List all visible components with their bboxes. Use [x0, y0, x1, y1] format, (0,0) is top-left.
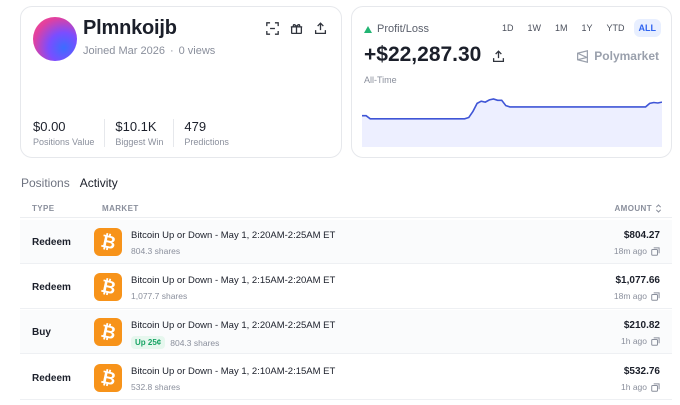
time-ago: 18m ago [614, 246, 660, 256]
shares-count: 532.8 shares [131, 382, 181, 392]
bitcoin-icon: ₿ [94, 228, 122, 256]
stat-label: Positions Value [33, 137, 95, 147]
outcome-badge: Up 25¢ [131, 336, 166, 349]
pnl-label: Profit/Loss [364, 23, 429, 35]
pnl-value: +$22,287.30 [364, 43, 482, 66]
table-header: TYPE MARKET AMOUNT [20, 198, 672, 218]
market-details: Up 25¢ 804.3 shares [131, 336, 219, 349]
amount-value: $210.82 [623, 320, 660, 331]
column-header-amount-label: AMOUNT [614, 204, 652, 213]
stat-positions-value: $0.00 Positions Value [33, 119, 106, 147]
column-header-amount[interactable]: AMOUNT [614, 204, 662, 213]
timeframe-selector: 1D 1W 1M 1Y YTD ALL [497, 19, 661, 37]
time-ago-text: 1h ago [621, 382, 647, 392]
stat-predictions: 479 Predictions [184, 119, 239, 147]
activity-type: Redeem [32, 237, 71, 248]
amount-value: $804.27 [623, 230, 660, 241]
amount-value: $1,077.66 [615, 275, 661, 286]
polymarket-logo-icon [577, 49, 589, 63]
market-details: 1,077.7 shares [131, 291, 187, 301]
time-ago: 1h ago [621, 336, 660, 346]
column-header-market: MARKET [102, 204, 139, 213]
stat-value: $0.00 [33, 119, 66, 134]
timeframe-1m[interactable]: 1M [550, 19, 573, 37]
market-title[interactable]: Bitcoin Up or Down - May 1, 2:15AM-2:20A… [131, 275, 335, 286]
activity-type: Redeem [32, 282, 71, 293]
share-icon[interactable] [491, 49, 505, 63]
stat-value: 479 [184, 119, 207, 134]
brand-logo: Polymarket [576, 49, 659, 63]
market-title[interactable]: Bitcoin Up or Down - May 1, 2:10AM-2:15A… [131, 366, 335, 377]
profile-actions [265, 21, 327, 35]
gift-icon[interactable] [289, 21, 303, 35]
tab-activity[interactable]: Activity [80, 176, 118, 190]
profile-card: Plmnkoijb Joined Mar 2026 · 0 views $0.00 … [20, 6, 342, 158]
activity-type: Redeem [32, 373, 71, 384]
timeframe-ytd[interactable]: YTD [602, 19, 630, 37]
time-ago: 1h ago [621, 382, 660, 392]
pnl-label-text: Profit/Loss [377, 23, 429, 35]
sort-icon [655, 204, 662, 213]
external-link-icon[interactable] [651, 382, 660, 392]
stat-biggest-win: $10.1K Biggest Win [115, 119, 175, 147]
timeframe-1d[interactable]: 1D [497, 19, 519, 37]
activity-type: Buy [32, 327, 51, 338]
market-details: 532.8 shares [131, 382, 180, 392]
time-ago: 18m ago [614, 291, 660, 301]
table-row[interactable]: Redeem ₿ Bitcoin Up or Down - May 1, 2:15A… [20, 265, 672, 309]
avatar[interactable] [33, 17, 77, 61]
pnl-value-row: +$22,287.30 [364, 43, 505, 67]
stat-value: $10.1K [115, 119, 157, 134]
timeframe-1w[interactable]: 1W [522, 19, 546, 37]
time-ago-text: 1h ago [621, 336, 647, 346]
bitcoin-icon: ₿ [94, 318, 122, 346]
stat-label: Predictions [184, 137, 229, 147]
username: Plmnkoijb [83, 17, 177, 39]
pnl-card: Profit/Loss 1D 1W 1M 1Y YTD ALL +$22,287.30 P… [351, 6, 672, 158]
market-details: 804.3 shares [131, 246, 180, 256]
time-ago-text: 18m ago [613, 246, 647, 256]
stat-label: Biggest Win [115, 137, 164, 147]
market-title[interactable]: Bitcoin Up or Down - May 1, 2:20AM-2:25A… [131, 230, 335, 241]
external-link-icon[interactable] [651, 336, 660, 346]
separator-dot: · [169, 45, 174, 57]
shares-count: 804.3 shares [131, 246, 181, 256]
joined-date: Joined Mar 2026 [83, 45, 165, 57]
timeframe-all[interactable]: ALL [633, 19, 661, 37]
shares-count: 1,077.7 shares [131, 291, 188, 301]
table-row[interactable]: Buy ₿ Bitcoin Up or Down - May 1, 2:20AM-2… [20, 310, 672, 354]
bitcoin-icon: ₿ [94, 273, 122, 301]
external-link-icon[interactable] [651, 246, 660, 256]
market-title[interactable]: Bitcoin Up or Down - May 1, 2:20AM-2:25A… [131, 320, 335, 331]
timeframe-1y[interactable]: 1Y [576, 19, 597, 37]
pnl-sparkline [362, 98, 662, 147]
share-icon[interactable] [313, 21, 327, 35]
time-ago-text: 18m ago [613, 291, 647, 301]
brand-name: Polymarket [594, 49, 659, 63]
external-link-icon[interactable] [651, 291, 660, 301]
shares-count: 804.3 shares [170, 337, 220, 348]
tab-bar: Positions Activity [21, 176, 118, 190]
period-label: All-Time [364, 75, 397, 85]
column-header-type: TYPE [32, 204, 55, 213]
views-count: 0 views [178, 45, 216, 57]
profile-meta: Joined Mar 2026 · 0 views [83, 45, 215, 57]
triangle-up-icon [364, 25, 372, 33]
qr-scan-icon[interactable] [265, 21, 279, 35]
bitcoin-icon: ₿ [94, 364, 122, 392]
amount-value: $532.76 [623, 366, 660, 377]
profile-stats: $0.00 Positions Value $10.1K Biggest Win… [33, 119, 249, 147]
table-row[interactable]: Redeem ₿ Bitcoin Up or Down - May 1, 2:10A… [20, 356, 672, 400]
table-row[interactable]: Redeem ₿ Bitcoin Up or Down - May 1, 2:20A… [20, 220, 672, 264]
tab-positions[interactable]: Positions [21, 176, 70, 190]
